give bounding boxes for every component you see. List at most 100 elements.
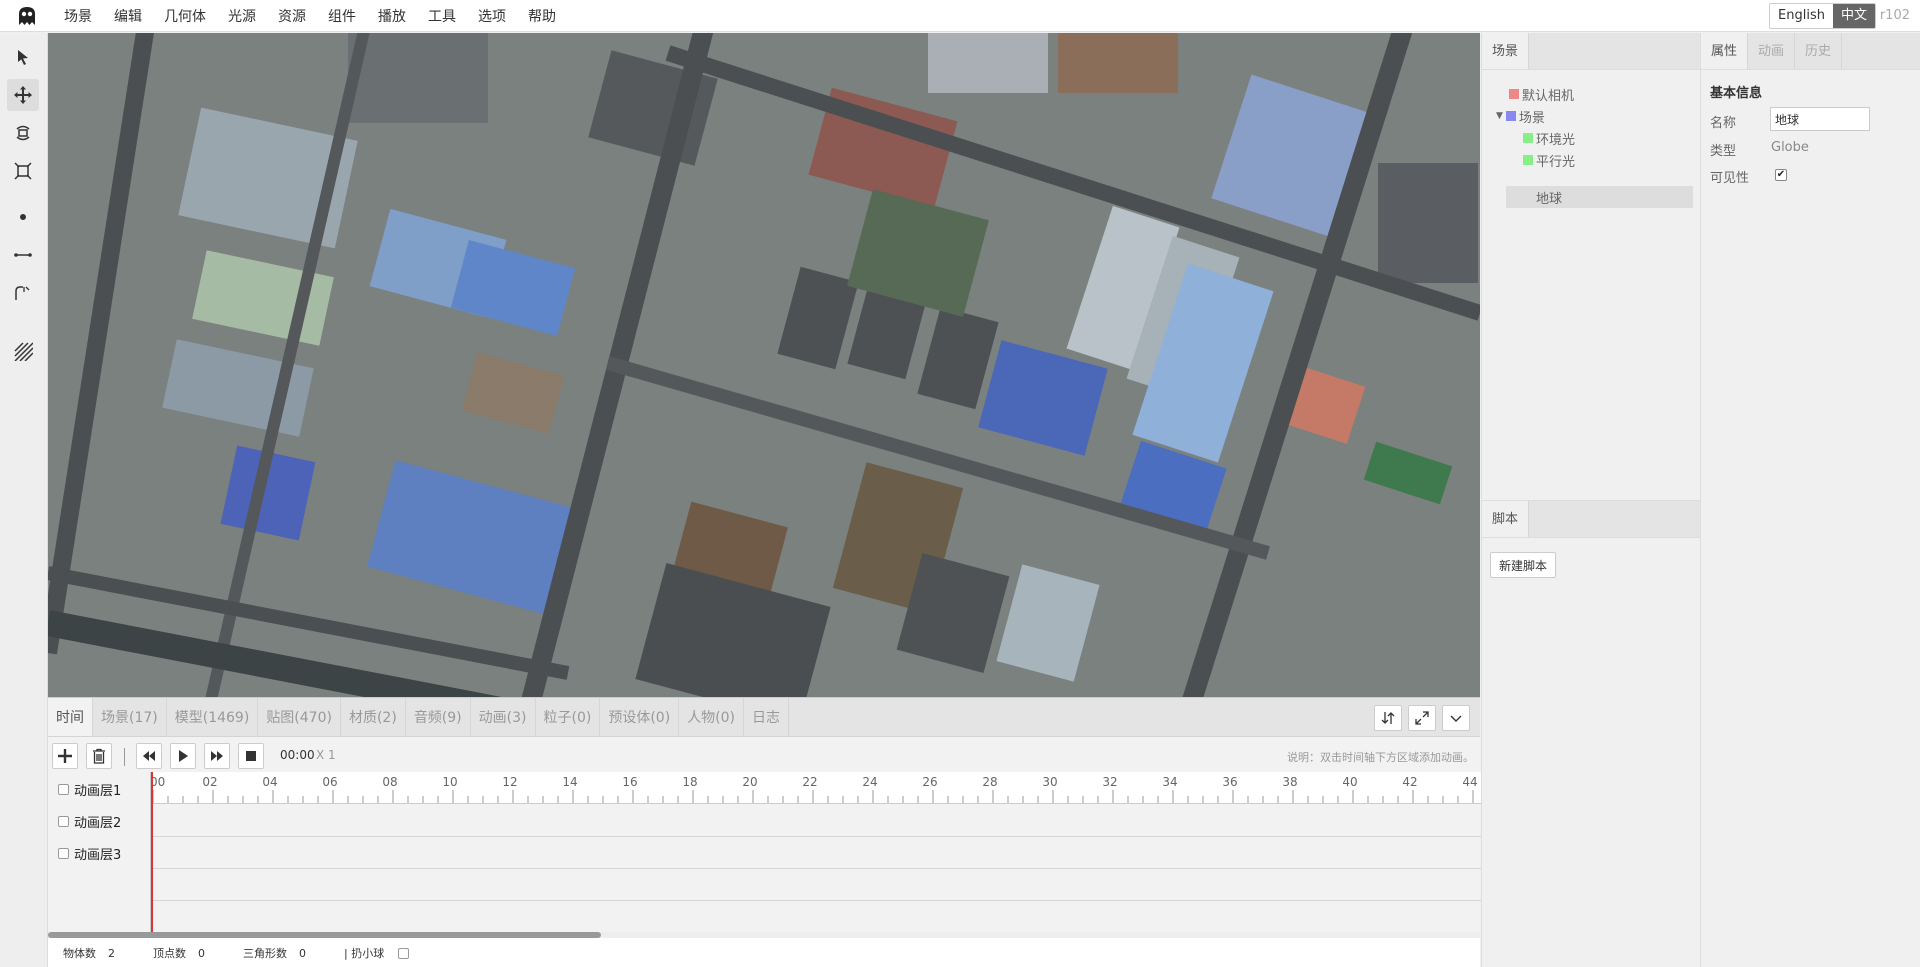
tab-materials[interactable]: 材质(2) — [341, 698, 406, 736]
menu-options[interactable]: 选项 — [467, 0, 517, 32]
tab-models[interactable]: 模型(1469) — [167, 698, 259, 736]
tree-item-directional-light[interactable]: 平行光 — [1523, 149, 1575, 171]
menu-help[interactable]: 帮助 — [517, 0, 567, 32]
playback-speed: X 1 — [316, 748, 336, 762]
layer-item[interactable]: 动画层3 — [58, 842, 121, 864]
polyline-tool-button[interactable] — [7, 277, 39, 309]
delete-layer-button[interactable] — [86, 743, 112, 769]
section-title: 基本信息 — [1710, 86, 1763, 101]
tab-history[interactable]: 历史 — [1795, 33, 1843, 69]
line-tool-button[interactable] — [7, 239, 39, 271]
arrow-pointer-icon — [18, 50, 28, 65]
tree-item-globe[interactable]: 地球 — [1506, 186, 1693, 208]
point-tool-button[interactable] — [7, 201, 39, 233]
scene-tab-bar: 场景 — [1482, 33, 1700, 70]
bottom-tab-bar: 时间 场景(17) 模型(1469) 贴图(470) 材质(2) 音频(9) 动… — [48, 698, 1480, 737]
vertex-count: 顶点数 0 — [153, 947, 205, 960]
layer-checkbox[interactable] — [58, 815, 69, 827]
chevron-down-icon — [1450, 715, 1462, 722]
collapse-panel-button[interactable] — [1442, 705, 1470, 731]
ruler-label: 08 — [382, 775, 397, 789]
time-ruler[interactable]: 00 02 04 06 08 10 12 14 16 18 20 22 24 26 28 30 32 34 36 38… — [151, 772, 1481, 804]
backward-button[interactable] — [136, 743, 162, 769]
layer-checkbox[interactable] — [58, 783, 69, 795]
maximize-panel-button[interactable] — [1408, 705, 1436, 731]
playhead[interactable] — [151, 772, 153, 932]
ruler-label: 36 — [1222, 775, 1237, 789]
ruler-label: 18 — [682, 775, 697, 789]
layer-item[interactable]: 动画层1 — [58, 778, 121, 800]
timeline-tracks[interactable] — [151, 804, 1481, 932]
ruler-label: 14 — [562, 775, 577, 789]
stop-icon — [246, 751, 256, 761]
triangle-count: 三角形数 0 — [243, 947, 306, 960]
ruler-label: 28 — [982, 775, 997, 789]
forward-button[interactable] — [204, 743, 230, 769]
tab-log[interactable]: 日志 — [744, 698, 790, 736]
layer-checkbox[interactable] — [58, 847, 69, 859]
name-input[interactable] — [1770, 107, 1870, 131]
menu-bar: 场景 编辑 几何体 光源 资源 组件 播放 工具 选项 帮助 English 中… — [0, 0, 1920, 32]
script-tab-bar: 脚本 — [1482, 501, 1700, 538]
tree-item-ambient-light[interactable]: 环境光 — [1523, 127, 1575, 149]
animation-toolbar: 00:00 X 1 说明：双击时间轴下方区域添加动画。 — [48, 738, 1480, 772]
layer-item[interactable]: 动画层2 — [58, 810, 121, 832]
menu-geometry[interactable]: 几何体 — [153, 0, 217, 32]
select-tool-button[interactable] — [7, 41, 39, 73]
ruler-label: 30 — [1042, 775, 1057, 789]
ruler-label: 26 — [922, 775, 937, 789]
menu-assets[interactable]: 资源 — [267, 0, 317, 32]
layer-list: 动画层1 动画层2 动画层3 — [48, 772, 150, 932]
menu-tools[interactable]: 工具 — [417, 0, 467, 32]
name-label: 名称 — [1710, 116, 1737, 131]
menu-play[interactable]: 播放 — [367, 0, 417, 32]
tab-animations[interactable]: 动画(3) — [471, 698, 536, 736]
hatch-icon — [14, 342, 33, 361]
tab-timeline[interactable]: 时间 — [48, 698, 93, 736]
hatch-tool-button[interactable] — [7, 335, 39, 367]
swap-panel-button[interactable] — [1374, 705, 1402, 731]
throw-ball-checkbox[interactable] — [398, 947, 410, 959]
tab-textures[interactable]: 贴图(470) — [258, 698, 341, 736]
3d-viewport[interactable] — [48, 33, 1480, 697]
tab-scene[interactable]: 场景 — [1482, 33, 1530, 69]
rotate-tool-button[interactable] — [7, 117, 39, 149]
tab-script[interactable]: 脚本 — [1482, 501, 1530, 537]
timeline-area[interactable]: 00 02 04 06 08 10 12 14 16 18 20 22 24 26 28 30 32 34 36 38… — [150, 772, 1481, 932]
menu-edit[interactable]: 编辑 — [103, 0, 153, 32]
track-divider — [151, 836, 1481, 837]
ruler-label: 32 — [1102, 775, 1117, 789]
menu-component[interactable]: 组件 — [317, 0, 367, 32]
satellite-imagery — [48, 33, 1480, 697]
ruler-label: 12 — [502, 775, 517, 789]
tab-audio[interactable]: 音频(9) — [406, 698, 471, 736]
tab-characters[interactable]: 人物(0) — [679, 698, 745, 736]
scale-tool-button[interactable] — [7, 155, 39, 187]
play-icon — [179, 750, 188, 762]
move-arrows-icon — [14, 86, 32, 104]
stop-button[interactable] — [238, 743, 264, 769]
current-time: 00:00 — [280, 748, 315, 762]
triangle-down-icon[interactable]: ▼ — [1496, 111, 1503, 121]
light-swatch — [1523, 133, 1533, 143]
add-layer-button[interactable] — [52, 743, 78, 769]
swap-vertical-icon — [1381, 712, 1395, 724]
tree-item-default-camera[interactable]: 默认相机 — [1509, 83, 1574, 105]
lang-chinese-button[interactable]: 中文 — [1832, 4, 1875, 28]
menu-light[interactable]: 光源 — [217, 0, 267, 32]
lang-english-button[interactable]: English — [1770, 4, 1833, 28]
tab-particles[interactable]: 粒子(0) — [536, 698, 601, 736]
ruler-label: 40 — [1342, 775, 1357, 789]
visibility-checkbox[interactable]: ✔ — [1775, 169, 1787, 181]
tab-prefabs[interactable]: 预设体(0) — [600, 698, 680, 736]
tab-properties[interactable]: 属性 — [1701, 33, 1749, 69]
translate-tool-button[interactable] — [7, 79, 39, 111]
layer-label: 动画层2 — [74, 815, 122, 831]
tab-scenes[interactable]: 场景(17) — [93, 698, 167, 736]
status-bar: 物体数 2 顶点数 0 三角形数 0 | 扔小球 — [48, 938, 1480, 967]
play-button[interactable] — [170, 743, 196, 769]
menu-scene[interactable]: 场景 — [52, 0, 103, 32]
tree-item-scene[interactable]: ▼ 场景 — [1496, 105, 1545, 127]
tab-animation[interactable]: 动画 — [1748, 33, 1796, 69]
new-script-button[interactable]: 新建脚本 — [1490, 552, 1557, 578]
